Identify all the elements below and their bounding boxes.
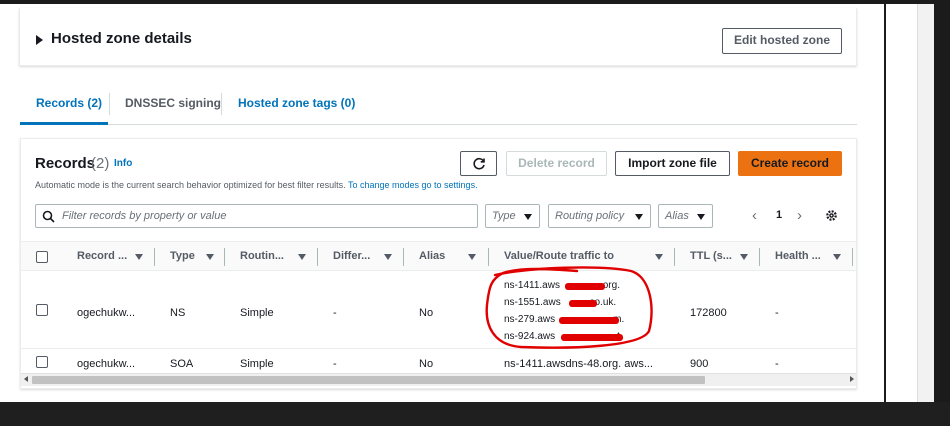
table-row[interactable]: ogechukw... NS Simple - No ns-1411.aws .o… [21,271,856,349]
search-icon [42,210,55,223]
health-check-cell: - [775,358,779,370]
alias-filter-dropdown[interactable]: Alias [658,204,713,228]
vertical-scrollbar-track[interactable] [917,4,934,402]
sort-icon[interactable] [833,254,841,260]
row-checkbox[interactable] [36,304,48,316]
delete-record-button[interactable]: Delete record [506,151,607,176]
type-filter-dropdown[interactable]: Type [485,204,540,228]
column-resizer[interactable] [674,248,675,266]
column-header-alias[interactable]: Alias [419,250,445,262]
red-circle-annotation [485,266,653,349]
scroll-left-icon[interactable] [24,376,28,382]
search-mode-description: Automatic mode is the current search beh… [35,180,478,190]
column-header-routing-policy[interactable]: Routin... [240,250,284,262]
window-frame-bottom [0,402,950,426]
column-header-health-check[interactable]: Health ... [775,250,821,262]
ttl-cell: 900 [690,358,709,370]
differentiator-cell: - [333,358,337,370]
records-count: (2) [91,155,110,172]
sort-icon[interactable] [740,254,748,260]
select-all-checkbox[interactable] [36,251,48,263]
hosted-zone-details-title[interactable]: Hosted zone details [51,30,192,47]
alias-filter-label: Alias [665,210,689,222]
chevron-down-icon [524,214,532,220]
sort-icon[interactable] [468,254,476,260]
horizontal-scrollbar[interactable] [21,373,856,386]
health-check-cell: - [775,307,779,319]
record-name-cell: ogechukw... [77,358,136,370]
routing-cell: Simple [240,307,274,319]
search-input[interactable] [60,207,470,225]
scrollbar-thumb[interactable] [32,376,705,384]
routing-cell: Simple [240,358,274,370]
ttl-cell: 172800 [690,307,727,319]
search-mode-text: Automatic mode is the current search beh… [35,180,346,190]
filter-records-search[interactable] [35,204,478,228]
type-filter-label: Type [492,210,516,222]
sort-icon[interactable] [384,254,392,260]
next-page-icon[interactable]: › [797,207,802,224]
value-cell: ns-1411.awsdns-48.org. aws... [504,358,653,370]
type-cell: NS [170,307,186,319]
column-header-value[interactable]: Value/Route traffic to [504,250,614,262]
sort-icon[interactable] [206,254,214,260]
column-header-type[interactable]: Type [170,250,195,262]
column-header-differentiator[interactable]: Differ... [333,250,370,262]
alias-cell: No [419,307,434,319]
sort-icon[interactable] [135,254,143,260]
tab-hosted-zone-tags[interactable]: Hosted zone tags (0) [238,96,355,110]
column-resizer[interactable] [488,248,489,266]
tab-dnssec-signing[interactable]: DNSSEC signing [125,96,221,110]
hosted-zone-details-panel: Hosted zone details Edit hosted zone [19,8,857,66]
tab-bar: Records (2) DNSSEC signing Hosted zone t… [20,88,857,125]
chevron-down-icon [697,214,705,220]
sort-icon[interactable] [655,254,663,260]
record-name-cell: ogechukw... [77,307,136,319]
column-resizer[interactable] [403,248,404,266]
type-cell: SOA [170,358,194,370]
settings-link[interactable]: To change modes go to settings. [348,180,478,190]
scroll-right-icon[interactable] [850,376,854,382]
previous-page-icon[interactable]: ‹ [752,207,757,224]
chevron-down-icon [635,214,643,220]
tab-records[interactable]: Records (2) [36,96,102,110]
alias-cell: No [419,358,434,370]
tab-divider [109,93,110,115]
current-page-number[interactable]: 1 [776,209,782,221]
row-checkbox[interactable] [36,356,48,368]
active-tab-indicator [20,122,108,125]
gear-icon[interactable] [825,209,838,222]
column-resizer[interactable] [224,248,225,266]
import-zone-file-button[interactable]: Import zone file [615,151,730,176]
records-table: Record ... Type Routin... Differ... Alia… [21,241,856,379]
column-resizer[interactable] [759,248,760,266]
column-resizer[interactable] [154,248,155,266]
edit-hosted-zone-button[interactable]: Edit hosted zone [722,28,842,54]
refresh-icon [473,157,485,170]
column-header-record-name[interactable]: Record ... [77,250,127,262]
info-link[interactable]: Info [114,158,132,169]
table-header: Record ... Type Routin... Differ... Alia… [21,241,856,271]
column-resizer[interactable] [852,248,853,266]
side-panel [886,4,917,402]
create-record-button[interactable]: Create record [738,151,842,176]
app-content: Hosted zone details Edit hosted zone Rec… [0,4,884,402]
refresh-button[interactable] [460,151,497,176]
sort-icon[interactable] [298,254,306,260]
expand-caret-icon[interactable] [36,35,43,45]
tab-divider [221,93,222,115]
routing-policy-filter-dropdown[interactable]: Routing policy [548,204,651,228]
records-title: Records [35,155,96,172]
records-panel: Records (2) Info Automatic mode is the c… [20,138,857,389]
column-header-ttl[interactable]: TTL (s... [690,250,732,262]
column-resizer[interactable] [317,248,318,266]
routing-filter-label: Routing policy [555,210,625,222]
differentiator-cell: - [333,307,337,319]
